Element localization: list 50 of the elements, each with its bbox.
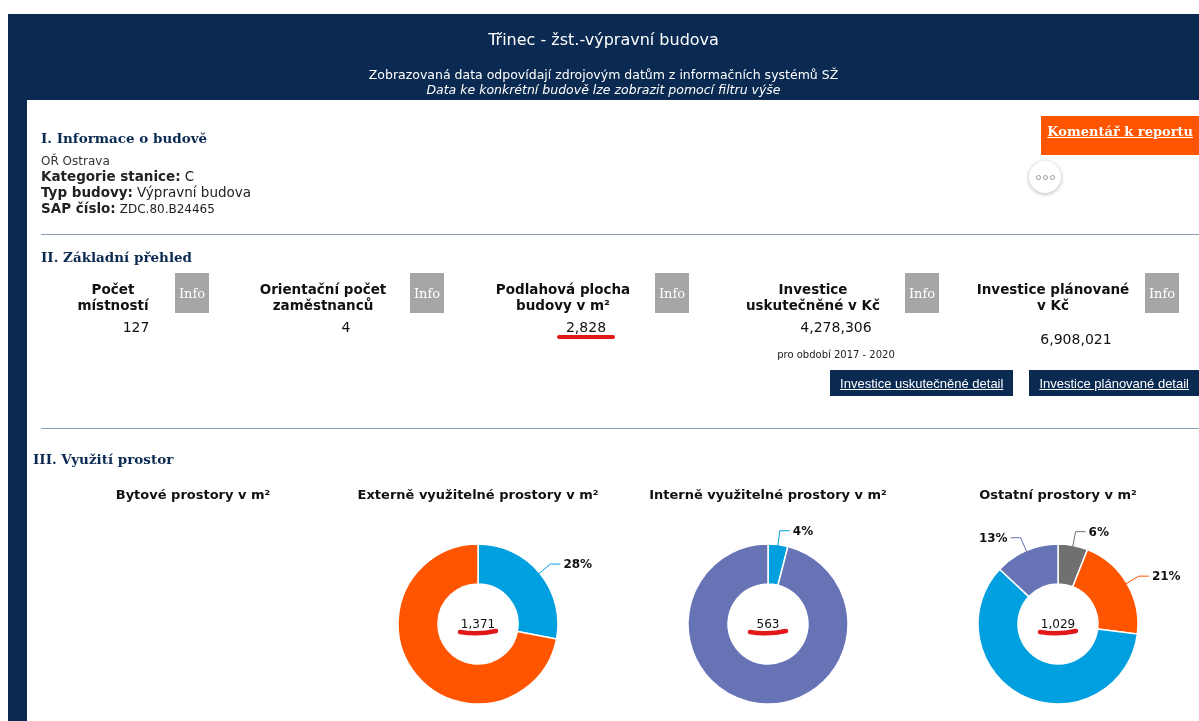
chart-total: 1,371 [460, 617, 496, 632]
metric-label: Investice plánované v Kč [975, 281, 1131, 314]
info-button[interactable]: Info [655, 273, 689, 313]
slice-label: 28% [537, 557, 593, 576]
metric-value: 4,278,306 [800, 319, 872, 336]
info-button[interactable]: Info [175, 273, 209, 313]
field-value: Výpravní budova [137, 184, 252, 200]
field-label: SAP číslo: [41, 200, 116, 216]
chart-total: 1,029 [1040, 617, 1076, 632]
metric-value: 2,828 [565, 319, 607, 336]
info-button[interactable]: Info [410, 273, 444, 313]
region-text: OŘ Ostrava [41, 154, 111, 168]
section-heading: II. Základní přehled [41, 249, 194, 265]
data-label: 13% [978, 531, 1008, 546]
slice-label: 4% [777, 524, 814, 548]
slice-label: 6% [1072, 525, 1109, 549]
detail-button[interactable]: Investice uskutečněné detail [830, 370, 1014, 397]
subtitle-text: Zobrazovaná data odpovídají zdrojovým datům z informačních systémů SŽ [367, 67, 840, 82]
chart-title: Ostatní prostory v m² [979, 487, 1137, 503]
data-label: 4% [792, 524, 814, 539]
data-label: 21% [1151, 569, 1181, 584]
info-button[interactable]: Info [1145, 273, 1179, 313]
section-heading: III. Využití prostor [33, 451, 175, 468]
chart-title: Bytové prostory v m² [115, 487, 271, 503]
metric-value: 127 [122, 319, 150, 336]
report-title: Třinec - žst.-výpravní budova [487, 30, 720, 49]
filter-note: Data ke konkrétní budově lze zobrazit pomocí filtru výše [425, 82, 782, 97]
period-note: pro období 2017 - 2020 [777, 349, 895, 361]
metric-label: Počet místností [76, 281, 150, 314]
metric-label: Investice uskutečněné v Kč [744, 281, 881, 314]
field-label: Kategorie stanice: [41, 168, 181, 184]
data-label: 28% [563, 557, 593, 572]
slice-label: 21% [1124, 569, 1181, 586]
info-button[interactable]: Info [905, 273, 939, 313]
field-value: C [184, 168, 195, 184]
more-icon[interactable] [1029, 161, 1062, 193]
slice-label: 13% [978, 531, 1028, 554]
chart-title: Interně využitelné prostory v m² [649, 487, 887, 503]
data-label: 6% [1088, 525, 1109, 540]
section-heading: I. Informace o budově [41, 130, 209, 146]
field-label: Typ budovy: [41, 184, 133, 200]
field-value: ZDC.80.B24465 [119, 202, 215, 216]
metric-value: 4 [341, 319, 351, 336]
metric-label: Podlahová plocha budovy v m² [494, 281, 632, 314]
comment-button[interactable]: Komentář k reportu [1041, 116, 1199, 155]
metric-label: Orientační počet zaměstnanců [258, 281, 388, 314]
metric-value: 6,908,021 [1040, 331, 1112, 348]
detail-button[interactable]: Investice plánované detail [1029, 370, 1199, 397]
chart-total: 563 [756, 617, 780, 632]
chart-title: Externě využitelné prostory v m² [357, 487, 599, 503]
